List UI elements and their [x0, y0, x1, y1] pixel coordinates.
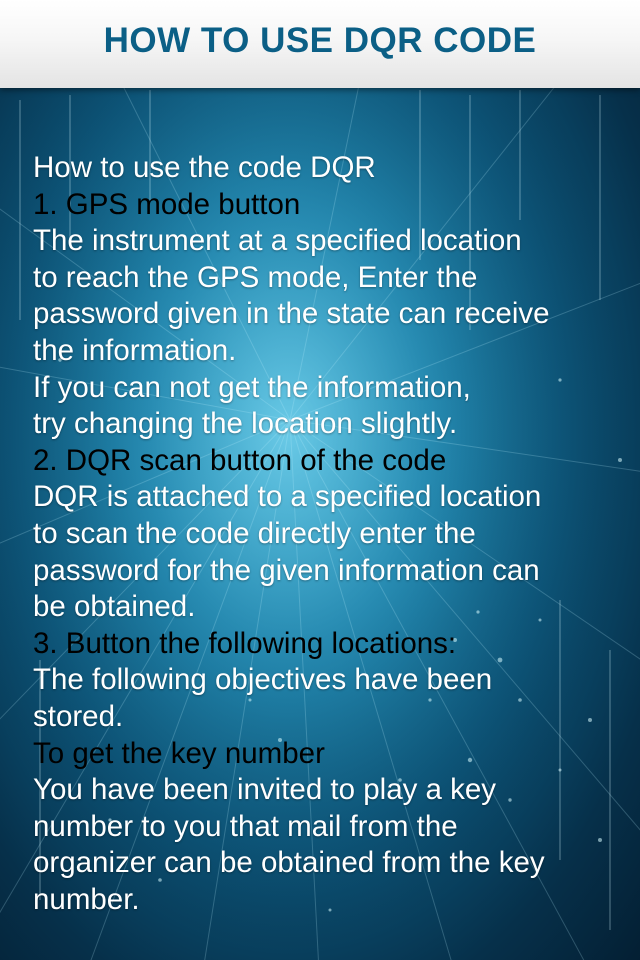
- body-text-line: password for the given information can: [33, 553, 540, 587]
- body-text-line: The following objectives have been: [33, 663, 493, 697]
- body-text-line: stored.: [33, 699, 124, 733]
- body-text-line: to scan the code directly enter the: [33, 516, 476, 550]
- body-text-line: number to you that mail from the: [33, 809, 458, 843]
- body-text-line: password given in the state can receive: [33, 297, 550, 331]
- section-heading-key-number: To get the key number: [33, 736, 325, 770]
- instructions-content: How to use the code DQR 1. GPS mode butt…: [33, 150, 633, 918]
- body-text-line: to reach the GPS mode, Enter the: [33, 260, 478, 294]
- body-text-line: DQR is attached to a specified location: [33, 480, 542, 514]
- section-heading-locations: 3. Button the following locations:: [33, 626, 457, 660]
- body-text-line: If you can not get the information,: [33, 370, 471, 404]
- body-text-line: be obtained.: [33, 590, 196, 624]
- body-text-line: organizer can be obtained from the key: [33, 846, 545, 880]
- section-heading-dqr-scan: 2. DQR scan button of the code: [33, 443, 447, 477]
- body-text-line: You have been invited to play a key: [33, 773, 497, 807]
- intro-text: How to use the code DQR: [33, 151, 376, 184]
- header-bar: HOW TO USE DQR CODE: [0, 0, 640, 88]
- body-text-line: try changing the location slightly.: [33, 407, 458, 441]
- body-text-line: the information.: [33, 333, 237, 367]
- page-title: HOW TO USE DQR CODE: [103, 21, 537, 60]
- body-text-line: The instrument at a specified location: [33, 224, 522, 258]
- app-screen: HOW TO USE DQR CODE How to use the code …: [0, 0, 640, 960]
- section-heading-gps-mode: 1. GPS mode button: [33, 187, 301, 221]
- body-text-line: number.: [33, 882, 140, 916]
